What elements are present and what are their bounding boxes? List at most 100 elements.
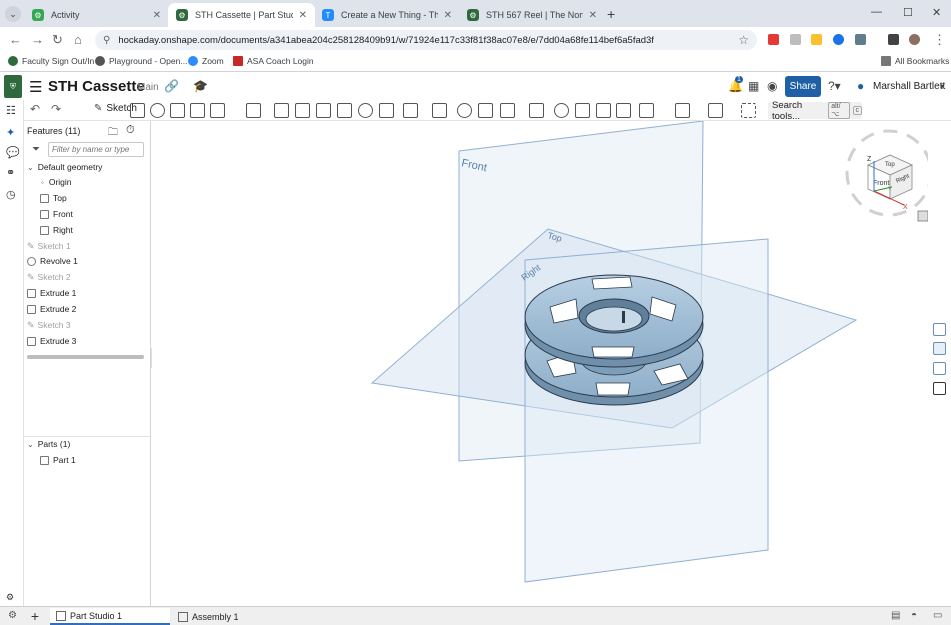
tab-assembly-1[interactable]: Assembly 1 [172, 608, 294, 625]
undo-icon[interactable]: ↶ [30, 102, 40, 116]
close-tab-icon[interactable]: ✕ [589, 10, 597, 21]
back-icon[interactable]: ← [9, 32, 22, 47]
add-folder-icon[interactable]: 🗀 [108, 125, 118, 142]
all-bookmarks[interactable]: All Bookmarks [881, 56, 949, 66]
view-cube-front-label[interactable]: Front [873, 180, 889, 187]
viewport-canvas[interactable]: Front Top Right Top Front Right Z X Y [152, 121, 928, 607]
bookmark-faculty-sign[interactable]: Faculty Sign Out/In [8, 56, 94, 66]
default-geometry-group[interactable]: ⌄ Default geometry [27, 160, 102, 174]
chevron-down-icon[interactable]: ▾ [940, 82, 944, 91]
feature-extrude-2[interactable]: Extrude 2 [27, 302, 76, 316]
extension-icon[interactable] [790, 34, 801, 45]
section-view-icon[interactable]: ▤ [891, 610, 900, 621]
delete-part-icon[interactable] [529, 103, 544, 118]
url-bar[interactable]: ⚲ hockaday.onshape.com/documents/a341abe… [95, 30, 757, 50]
help-icon[interactable]: ?▾ [828, 79, 841, 93]
display-states-icon[interactable] [933, 342, 946, 355]
reload-icon[interactable]: ↻ [52, 32, 63, 48]
parts-group[interactable]: ⌄ Parts (1) [27, 437, 70, 451]
app-store-icon[interactable]: ▦ [748, 79, 759, 93]
plane-icon[interactable] [639, 103, 654, 118]
side-panel-icon[interactable] [888, 34, 899, 45]
offset-surface-icon[interactable] [616, 103, 631, 118]
tutorials-icon[interactable]: ◉ [767, 79, 777, 93]
measure-icon[interactable] [708, 103, 723, 118]
search-tools-input[interactable]: Search tools... alt/⌥ c [768, 100, 862, 122]
extension-icon[interactable] [768, 34, 779, 45]
history-icon[interactable]: ◷ [6, 188, 16, 201]
feature-filter-input[interactable] [48, 142, 144, 157]
learning-cap-icon[interactable]: 🎓 [193, 79, 208, 93]
feature-plane-front[interactable]: Front [40, 207, 73, 221]
extrude-icon[interactable] [130, 103, 145, 118]
share-button[interactable]: Share [785, 76, 821, 97]
maximize-icon[interactable]: ☐ [903, 6, 913, 19]
bookmark-zoom[interactable]: Zoom [188, 56, 224, 66]
mirror-icon[interactable] [432, 103, 447, 118]
modify-fillet-icon[interactable] [554, 103, 569, 118]
appearance-icon[interactable]: ⚭ [6, 166, 15, 179]
variables-icon[interactable]: ✦ [6, 126, 15, 139]
select-other-icon[interactable] [741, 103, 756, 118]
view-cube-top-label[interactable]: Top [885, 162, 895, 168]
tab-search-button[interactable]: ⌄ [5, 6, 21, 22]
bookmark-playground[interactable]: Playground - Open... [95, 56, 187, 66]
extensions-puzzle-icon[interactable] [855, 34, 866, 45]
thicken-icon[interactable] [210, 103, 225, 118]
revolve-icon[interactable] [150, 103, 165, 118]
chamfer-icon[interactable] [274, 103, 289, 118]
feature-origin[interactable]: ◦ Origin [41, 175, 72, 189]
feature-sketch-2[interactable]: ✎ Sketch 2 [27, 270, 71, 284]
view-options-icon[interactable] [917, 210, 928, 222]
zoom-to-fit-icon[interactable]: ▭ [933, 610, 942, 621]
custom-tables-icon[interactable] [933, 382, 946, 395]
hole-icon[interactable] [358, 103, 373, 118]
feature-panel-scrollbar[interactable] [27, 355, 144, 359]
settings-icon[interactable]: ⚙ [6, 592, 14, 603]
browser-tab-sth-567-reel[interactable]: ⚙ STH 567 Reel | The North Amer ✕ [459, 3, 605, 27]
branch-label[interactable]: Main [137, 82, 159, 93]
replace-face-icon[interactable] [596, 103, 611, 118]
menu-icon[interactable]: ☰ [29, 78, 42, 96]
add-tab-button[interactable]: + [26, 608, 44, 624]
feature-extrude-1[interactable]: Extrude 1 [27, 286, 76, 300]
bookmark-star-icon[interactable]: ☆ [738, 33, 749, 47]
browser-tab-activity[interactable]: ⚙ Activity ✕ [24, 3, 169, 27]
extension-icon[interactable] [811, 34, 822, 45]
pattern-icon[interactable] [403, 103, 418, 118]
extension-icon[interactable] [833, 34, 844, 45]
new-tab-button[interactable]: + [607, 6, 615, 22]
rollback-timer-icon[interactable]: ⏱ [126, 124, 135, 137]
transform-icon[interactable] [500, 103, 515, 118]
draft-icon[interactable] [295, 103, 310, 118]
sweep-icon[interactable] [170, 103, 185, 118]
feature-sketch-3[interactable]: ✎ Sketch 3 [27, 318, 71, 332]
loft-icon[interactable] [190, 103, 205, 118]
document-title[interactable]: STH Cassette [48, 78, 145, 95]
feature-plane-top[interactable]: Top [40, 191, 67, 205]
redo-icon[interactable]: ↷ [51, 102, 61, 116]
render-mode-icon[interactable]: ◓ [911, 610, 917, 621]
fillet-icon[interactable] [246, 103, 261, 118]
feature-extrude-3[interactable]: Extrude 3 [27, 334, 76, 348]
profile-avatar-icon[interactable] [909, 34, 920, 45]
close-window-icon[interactable]: ✕ [932, 6, 941, 19]
user-menu[interactable]: Marshall Bartlett [873, 81, 945, 92]
move-face-icon[interactable] [575, 103, 590, 118]
close-tab-icon[interactable]: ✕ [444, 10, 452, 21]
feature-list-icon[interactable]: ☷ [6, 104, 16, 117]
view-cube[interactable]: Top Front Right Z X Y [845, 129, 928, 222]
feature-revolve-1[interactable]: Revolve 1 [27, 254, 78, 268]
user-avatar-icon[interactable]: ● [857, 79, 864, 93]
minimize-icon[interactable]: — [871, 6, 882, 18]
browser-tab-sth-cassette[interactable]: ⚙ STH Cassette | Part Studio 1 ✕ [168, 3, 315, 27]
graphics-viewport[interactable]: Front Top Right Top Front Right Z X Y [152, 121, 928, 607]
mate-connector-icon[interactable] [675, 103, 690, 118]
appearance-panel-icon[interactable] [933, 323, 946, 336]
version-icon[interactable]: ⚙ [8, 610, 17, 621]
forward-icon[interactable]: → [31, 32, 44, 47]
rib-icon[interactable] [316, 103, 331, 118]
home-icon[interactable]: ⌂ [74, 32, 82, 47]
browser-menu-icon[interactable]: ⋮ [933, 32, 946, 48]
feature-plane-right[interactable]: Right [40, 223, 73, 237]
